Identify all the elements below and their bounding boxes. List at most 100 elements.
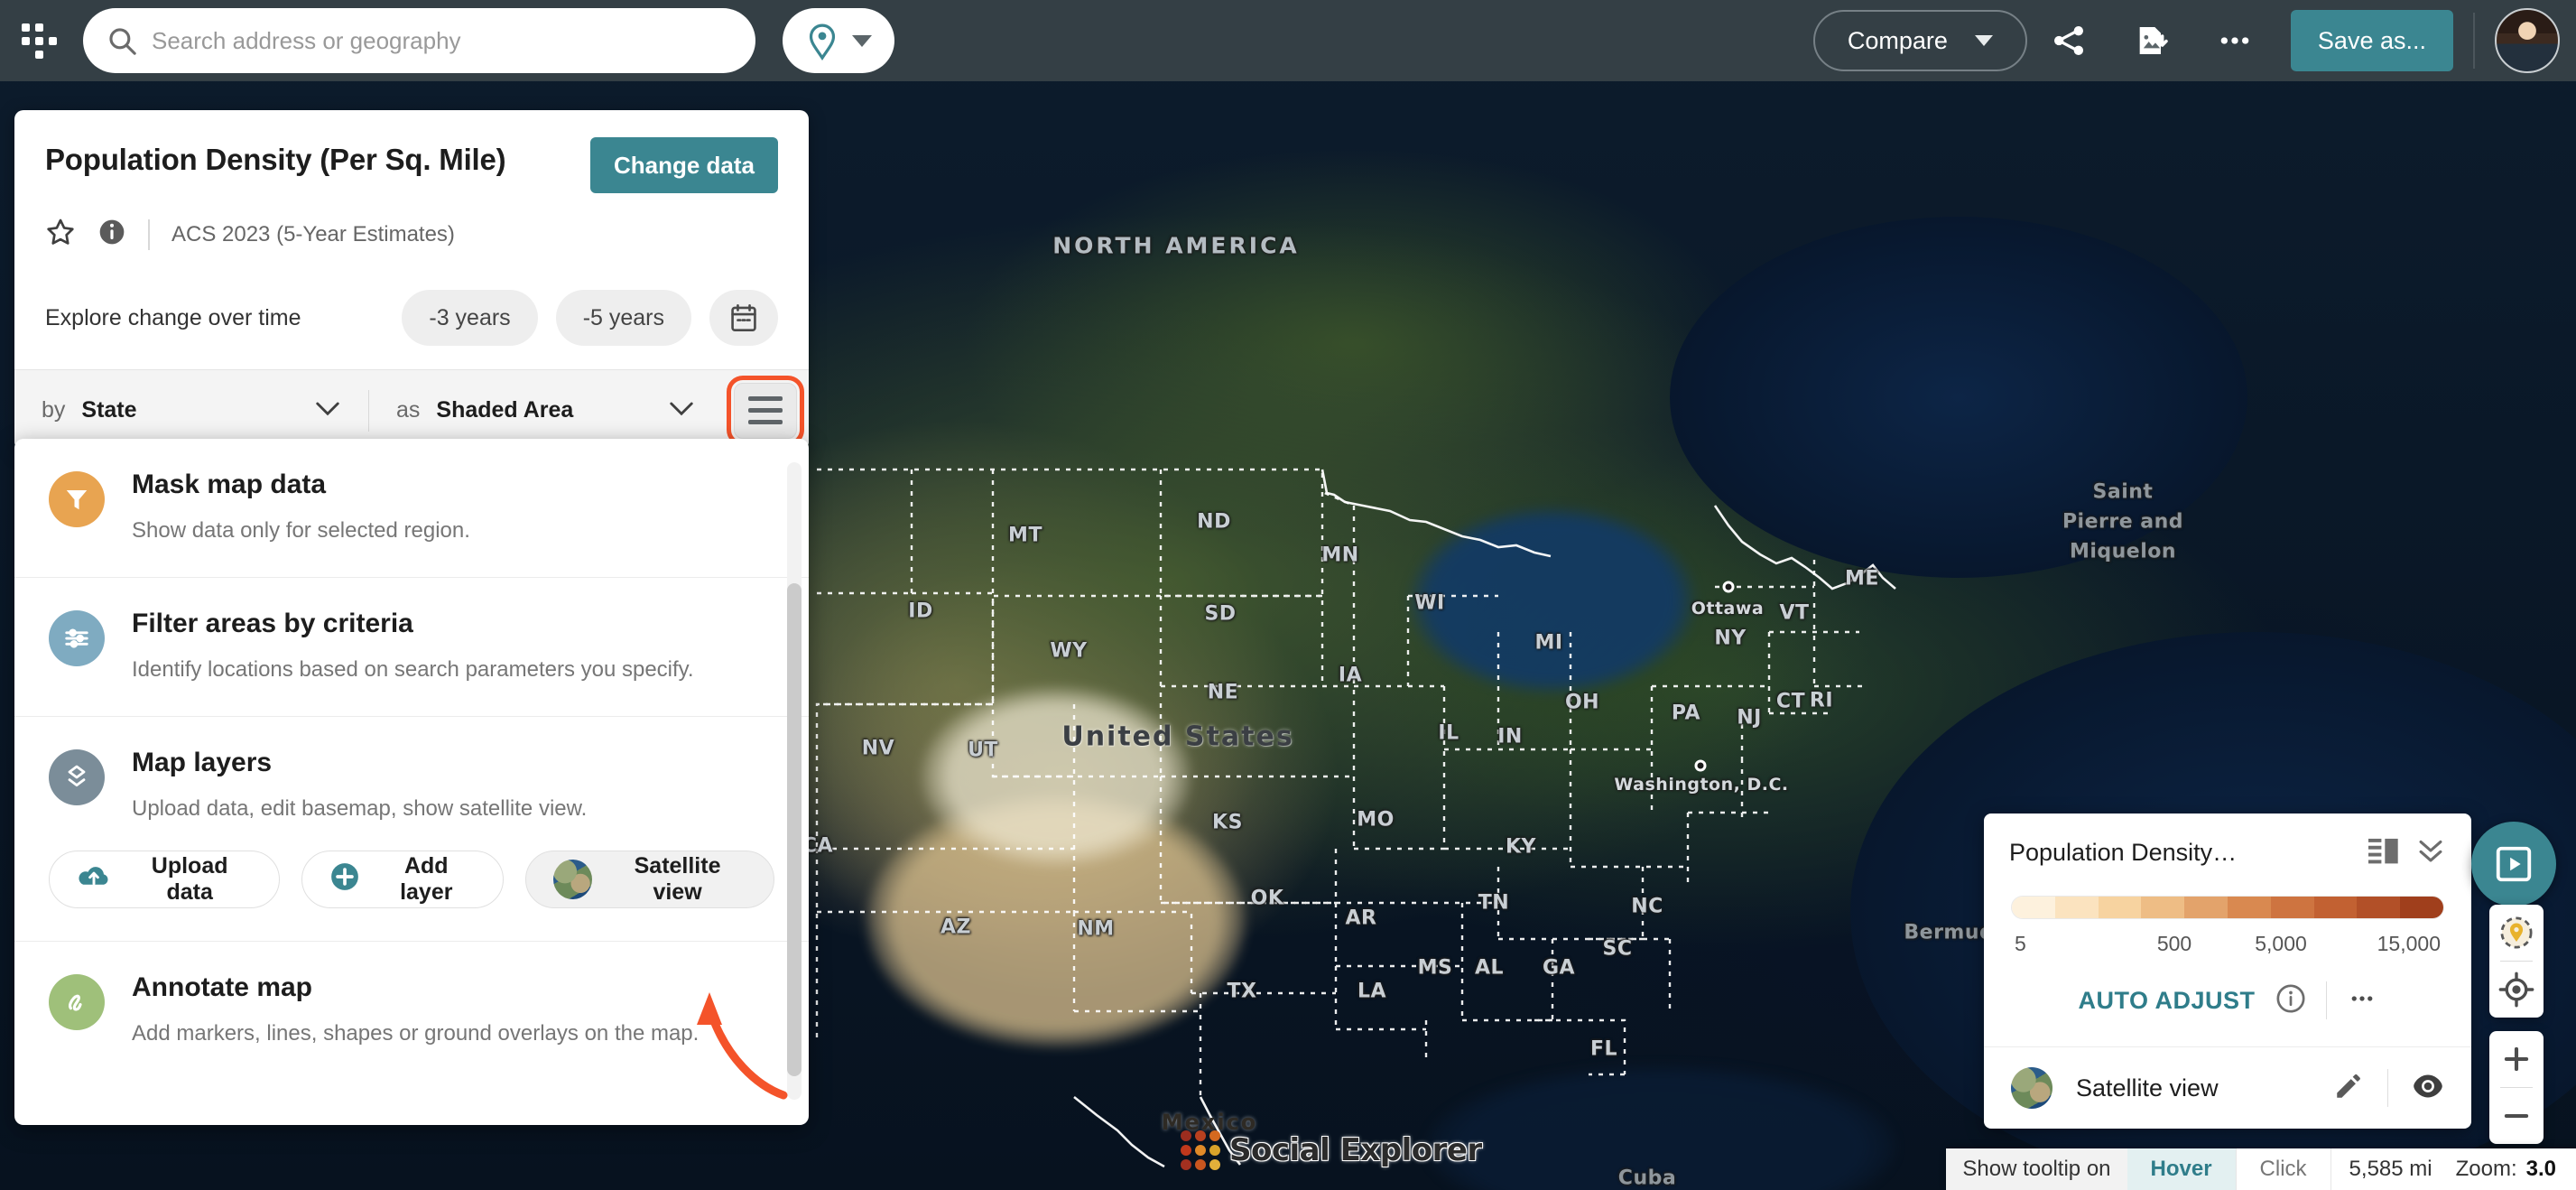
play-presentation-button[interactable] — [2471, 822, 2556, 906]
upload-data-button[interactable]: Upload data — [49, 851, 281, 909]
eye-icon[interactable] — [2412, 1073, 2444, 1104]
list-view-icon[interactable] — [2368, 837, 2399, 869]
menu-item-mask-map-data[interactable]: Mask map data Show data only for selecte… — [14, 439, 809, 578]
minus-icon — [2504, 1113, 2529, 1119]
menu-scrollbar-thumb[interactable] — [787, 583, 802, 1076]
watermark-dot — [1195, 1130, 1206, 1141]
info-icon[interactable] — [97, 218, 126, 251]
social-explorer-watermark: Social Explorer — [1181, 1130, 1482, 1170]
status-bar: Show tooltip on Hover Click 5,585 mi Zoo… — [1946, 1148, 2576, 1190]
scribble-icon — [49, 974, 105, 1031]
map-tools-menu-scroll: Mask map data Show data only for selecte… — [14, 439, 809, 1125]
data-panel-card: Population Density (Per Sq. Mile) Change… — [14, 110, 809, 451]
top-toolbar: Compare — [0, 0, 2576, 81]
time-minus-3-years-button[interactable]: -3 years — [402, 290, 538, 346]
more-horizontal-icon — [2220, 37, 2249, 44]
share-icon — [2053, 26, 2083, 55]
add-layer-button[interactable]: Add layer — [301, 851, 505, 909]
chevron-down-icon — [314, 399, 341, 422]
more-options-button[interactable] — [2193, 0, 2276, 81]
legend-layer-name: Satellite view — [2076, 1074, 2219, 1102]
locate-me-button[interactable] — [2489, 962, 2544, 1018]
menu-item-map-layers[interactable]: Map layers Upload data, edit basemap, sh… — [14, 717, 809, 943]
legend-tick-labels: 5 500 5,000 15,000 — [2011, 932, 2444, 956]
visualization-type-value: Shaded Area — [436, 397, 574, 423]
legend-header: Population Density… — [1984, 813, 2471, 869]
map-layers-actions: Upload data Add layer Satellite view — [49, 851, 775, 909]
legend-divider — [2325, 981, 2327, 1019]
watermark-dot — [1209, 1145, 1220, 1156]
data-panel: Population Density (Per Sq. Mile) Change… — [14, 110, 809, 451]
social-explorer-wordmark: Social Explorer — [1229, 1132, 1482, 1168]
compare-label: Compare — [1847, 26, 1948, 54]
watermark-dot — [1209, 1130, 1220, 1141]
legend-more-icon[interactable] — [2347, 985, 2377, 1017]
legend-ramp-step — [2357, 897, 2401, 918]
search-bar[interactable] — [83, 8, 755, 73]
legend-tick: 500 — [2156, 932, 2192, 955]
tooltip-mode-click[interactable]: Click — [2237, 1148, 2331, 1190]
dataset-meta-row: ACS 2023 (5-Year Estimates) — [45, 217, 778, 252]
legend-ramp-step — [2184, 897, 2228, 918]
zoom-level: Zoom: 3.0 — [2451, 1148, 2576, 1190]
app-root: NORTH AMERICA United States Mexico Saint Pie… — [0, 0, 2576, 1190]
satellite-view-label: Satellite view — [634, 853, 721, 906]
legend-layer-row[interactable]: Satellite view — [1984, 1046, 2471, 1129]
hamburger-menu-icon[interactable] — [727, 375, 804, 446]
search-input[interactable] — [152, 26, 732, 55]
pin-selection-icon — [2500, 916, 2533, 949]
watermark-dot — [1195, 1159, 1206, 1170]
chevron-double-down-icon[interactable] — [2415, 837, 2446, 869]
zoom-out-button[interactable] — [2489, 1088, 2544, 1144]
tooltip-mode-hover[interactable]: Hover — [2127, 1148, 2237, 1190]
legend-panel: Population Density… 5 500 5,000 15,000 AUTO… — [1984, 813, 2471, 1129]
legend-ramp-step — [2227, 897, 2271, 918]
legend-ramp-step — [2270, 897, 2314, 918]
upload-data-label: Upload data — [151, 853, 228, 906]
info-circle-icon[interactable] — [2275, 983, 2306, 1018]
menu-item-annotate-map[interactable]: Annotate map Add markers, lines, shapes … — [14, 942, 809, 1080]
time-minus-5-years-button[interactable]: -5 years — [555, 290, 691, 346]
save-as-button[interactable]: Save as... — [2290, 10, 2453, 71]
plus-icon — [2504, 1046, 2529, 1072]
calendar-picker-button[interactable] — [709, 290, 778, 346]
map-zoom-controls — [2489, 1031, 2544, 1144]
geography-selector-button[interactable] — [783, 8, 894, 73]
legend-ramp-step — [2012, 897, 2055, 918]
compare-button[interactable]: Compare — [1812, 10, 2027, 71]
zoom-in-button[interactable] — [2489, 1031, 2544, 1087]
plus-circle-icon — [329, 861, 360, 898]
menu-item-filter-areas[interactable]: Filter areas by criteria Identify locati… — [14, 578, 809, 717]
pin-selection-button[interactable] — [2489, 905, 2544, 961]
map-pin-icon — [809, 23, 836, 60]
menu-item-title: Map layers — [132, 747, 273, 777]
auto-adjust-button[interactable]: AUTO ADJUST — [2078, 987, 2255, 1015]
watermark-dot — [1195, 1145, 1206, 1156]
share-button[interactable] — [2027, 0, 2110, 81]
watermark-dot — [1181, 1130, 1191, 1141]
star-icon[interactable] — [45, 217, 76, 252]
menu-item-desc: Show data only for selected region. — [132, 518, 470, 543]
avatar[interactable] — [2495, 8, 2560, 73]
pencil-icon[interactable] — [2333, 1071, 2364, 1106]
watermark-dot — [1181, 1145, 1191, 1156]
chevron-down-icon — [1974, 35, 1993, 46]
search-icon — [107, 25, 137, 56]
legend-tick: 5 — [2015, 932, 2026, 955]
change-data-button[interactable]: Change data — [589, 137, 778, 193]
export-image-button[interactable] — [2110, 0, 2193, 81]
toolbar-divider — [2473, 13, 2475, 69]
time-explore-row: Explore change over time -3 years -5 yea… — [45, 290, 778, 369]
menu-item-title: Annotate map — [132, 972, 313, 1003]
map-tools-menu: Mask map data Show data only for selecte… — [14, 439, 809, 1125]
map-city-dot — [1694, 759, 1707, 772]
legend-tick: 5,000 — [2255, 932, 2307, 955]
map-city-dot — [1722, 581, 1735, 593]
calendar-icon — [731, 303, 756, 332]
by-prefix-label: by — [42, 397, 66, 423]
legend-actions: AUTO ADJUST — [1984, 956, 2471, 1046]
menu-item-desc: Upload data, edit basemap, show satellit… — [132, 795, 588, 821]
satellite-view-button[interactable]: Satellite view — [525, 851, 775, 909]
watermark-dot — [1209, 1159, 1220, 1170]
grid-apps-icon[interactable] — [0, 23, 78, 59]
